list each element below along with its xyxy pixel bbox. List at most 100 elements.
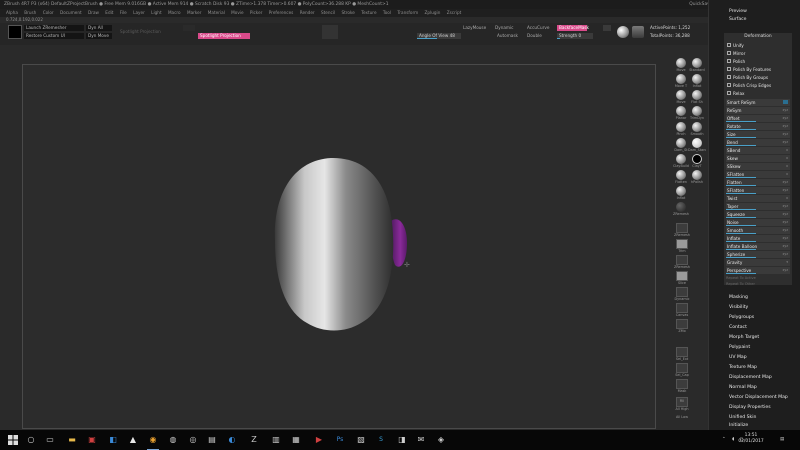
slider-resym[interactable]: ReSym xyz <box>726 107 790 114</box>
slider-twist[interactable]: Twist x <box>726 195 790 202</box>
slice-square[interactable] <box>676 271 688 281</box>
sel-ext-square[interactable] <box>676 347 688 357</box>
slider-sflatten[interactable]: SFlatten x <box>726 171 790 178</box>
photoshop-icon[interactable]: Ps <box>334 434 346 446</box>
deform-polish-by-groups[interactable]: Polish By Groups <box>726 74 790 81</box>
brush-hpolish[interactable]: hPolish <box>690 170 704 184</box>
chrome-browser-icon[interactable]: ◉ <box>147 434 159 450</box>
menu-transform[interactable]: Transform <box>397 10 418 15</box>
brush-planar[interactable]: Planar <box>674 106 688 120</box>
notification-icon[interactable]: ▤ <box>780 430 784 450</box>
brush-move[interactable]: Move <box>674 58 688 72</box>
slider-inflate[interactable]: Inflate xyz <box>726 235 790 242</box>
slider-noise[interactable]: Noise xyz <box>726 219 790 226</box>
slider-taper[interactable]: Taper xyz <box>726 203 790 210</box>
slider-bend[interactable]: Bend xyz <box>726 139 790 146</box>
menu-tool[interactable]: Tool <box>383 10 391 15</box>
material-sphere-icon[interactable] <box>617 26 629 38</box>
accucurve-button[interactable]: AccuCurve <box>527 25 549 31</box>
deform-polish-by-features[interactable]: Polish By Features <box>726 66 790 73</box>
menu-texture-map[interactable]: Texture Map <box>729 363 757 373</box>
slider-skew[interactable]: Skew x <box>726 155 790 162</box>
deform-polish-crisp-edges[interactable]: Polish Crisp Edges <box>726 82 790 89</box>
sphere-tool-icon[interactable] <box>183 25 195 31</box>
color-swatch[interactable] <box>8 25 22 39</box>
surface-menu[interactable]: Surface <box>729 16 747 24</box>
mail-envelope-icon[interactable]: ✉ <box>415 434 427 446</box>
deform-polish[interactable]: Polish <box>726 58 790 65</box>
mask-square[interactable] <box>676 379 688 389</box>
menu-visibility[interactable]: Visibility <box>729 303 748 313</box>
launch-zremesher-button[interactable]: Launch ZRemesher <box>24 25 84 31</box>
mail-app-icon[interactable]: ◧ <box>107 434 119 446</box>
canvas-square[interactable] <box>676 303 688 313</box>
media-app-icon[interactable]: ◍ <box>167 434 179 446</box>
slider-rotate[interactable]: Rotate xyz <box>726 123 790 130</box>
app-extra-icon[interactable]: ◈ <box>435 434 447 446</box>
menu-edit[interactable]: Edit <box>105 10 113 15</box>
menu-polypaint[interactable]: Polypaint <box>729 343 750 353</box>
menu-preferences[interactable]: Preferences <box>269 10 294 15</box>
menu-masking[interactable]: Masking <box>729 293 748 303</box>
brush-move-t[interactable]: Move T <box>674 74 688 88</box>
slider-spherize[interactable]: Spherize xyz <box>726 251 790 258</box>
volume-icon[interactable]: ◖ <box>732 430 734 450</box>
slider-size[interactable]: Size xyz <box>726 131 790 138</box>
menu-file[interactable]: File <box>120 10 127 15</box>
slider-squeeze[interactable]: Squeeze xyz <box>726 211 790 218</box>
dynamic-square[interactable] <box>676 287 688 297</box>
persp-icon[interactable] <box>322 25 338 39</box>
slider-inflate-balloon[interactable]: Inflate Balloon xyz <box>726 243 790 250</box>
brush-dam-standard[interactable]: Dam_Standard <box>688 138 706 152</box>
dynamic-button[interactable]: Dynamic <box>495 25 513 31</box>
dyn-move-button[interactable]: Dyn Move <box>86 33 112 39</box>
slider-offset[interactable]: Offset xyz <box>726 115 790 122</box>
preview-menu[interactable]: Preview <box>729 8 747 16</box>
brush-inflat[interactable]: Inflat <box>690 74 704 88</box>
slider-sflatten-2[interactable]: SFlatten xyz <box>726 187 790 194</box>
brush-flat-sh[interactable]: Flat Sh <box>690 90 704 104</box>
tray-up-arrow-icon[interactable]: ⌃ <box>722 430 726 450</box>
automask-button[interactable]: Automask <box>497 33 518 39</box>
menu-picker[interactable]: Picker <box>250 10 262 15</box>
slider-perspective[interactable]: Perspective xyz <box>726 267 790 274</box>
menu-layer[interactable]: Layer <box>133 10 145 15</box>
mrgb-toggle[interactable] <box>603 25 611 31</box>
double-button[interactable]: Double <box>527 33 542 39</box>
all-high-button[interactable]: All High <box>672 407 692 411</box>
menu-macro[interactable]: Macro <box>168 10 181 15</box>
menu-contact[interactable]: Contact <box>729 323 747 333</box>
menu-stencil[interactable]: Stencil <box>321 10 335 15</box>
document-canvas[interactable] <box>22 64 656 429</box>
spotlight-projection-button[interactable]: Spotlight Projection <box>198 33 250 39</box>
brush-zremesh[interactable]: ZRemesh <box>673 202 689 216</box>
zremesh-square[interactable] <box>676 223 688 233</box>
network-app-icon[interactable]: ◨ <box>396 434 408 446</box>
trim-square[interactable] <box>676 239 688 249</box>
menu-display-properties[interactable]: Display Properties <box>729 403 771 413</box>
app-window-icon[interactable]: ▥ <box>270 434 282 446</box>
menu-movie[interactable]: Movie <box>231 10 243 15</box>
menu-zscript[interactable]: Zscript <box>447 10 462 15</box>
taskbar-clock[interactable]: 13:51 02/01/2017 <box>738 433 764 445</box>
zbrush-app-icon[interactable]: Z <box>248 434 260 446</box>
brush-smooth[interactable]: Smooth <box>690 122 704 136</box>
menu-brush[interactable]: Brush <box>24 10 36 15</box>
slider-sbend[interactable]: SBend x <box>726 147 790 154</box>
texture-swatch-icon[interactable] <box>632 26 644 38</box>
menu-draw[interactable]: Draw <box>88 10 99 15</box>
vlc-app-icon[interactable]: ▲ <box>127 434 139 446</box>
menu-color[interactable]: Color <box>43 10 54 15</box>
brush-dam-st[interactable]: Dam_St <box>674 138 688 152</box>
menu-uv-map[interactable]: UV Map <box>729 353 747 363</box>
menu-displacement-map[interactable]: Displacement Map <box>729 373 772 383</box>
menu-document[interactable]: Document <box>60 10 82 15</box>
menu-morph-target[interactable]: Morph Target <box>729 333 759 343</box>
brush-inflat-2[interactable]: Inflat <box>674 186 688 200</box>
gallery-app-icon[interactable]: ▤ <box>206 434 218 446</box>
deformation-header[interactable]: Deformation <box>724 33 792 41</box>
brush-trimdyn[interactable]: TrimDyn <box>690 106 704 120</box>
search-circle-icon[interactable]: ○ <box>25 434 37 446</box>
menu-normal-map[interactable]: Normal Map <box>729 383 757 393</box>
menu-alpha[interactable]: Alpha <box>6 10 18 15</box>
